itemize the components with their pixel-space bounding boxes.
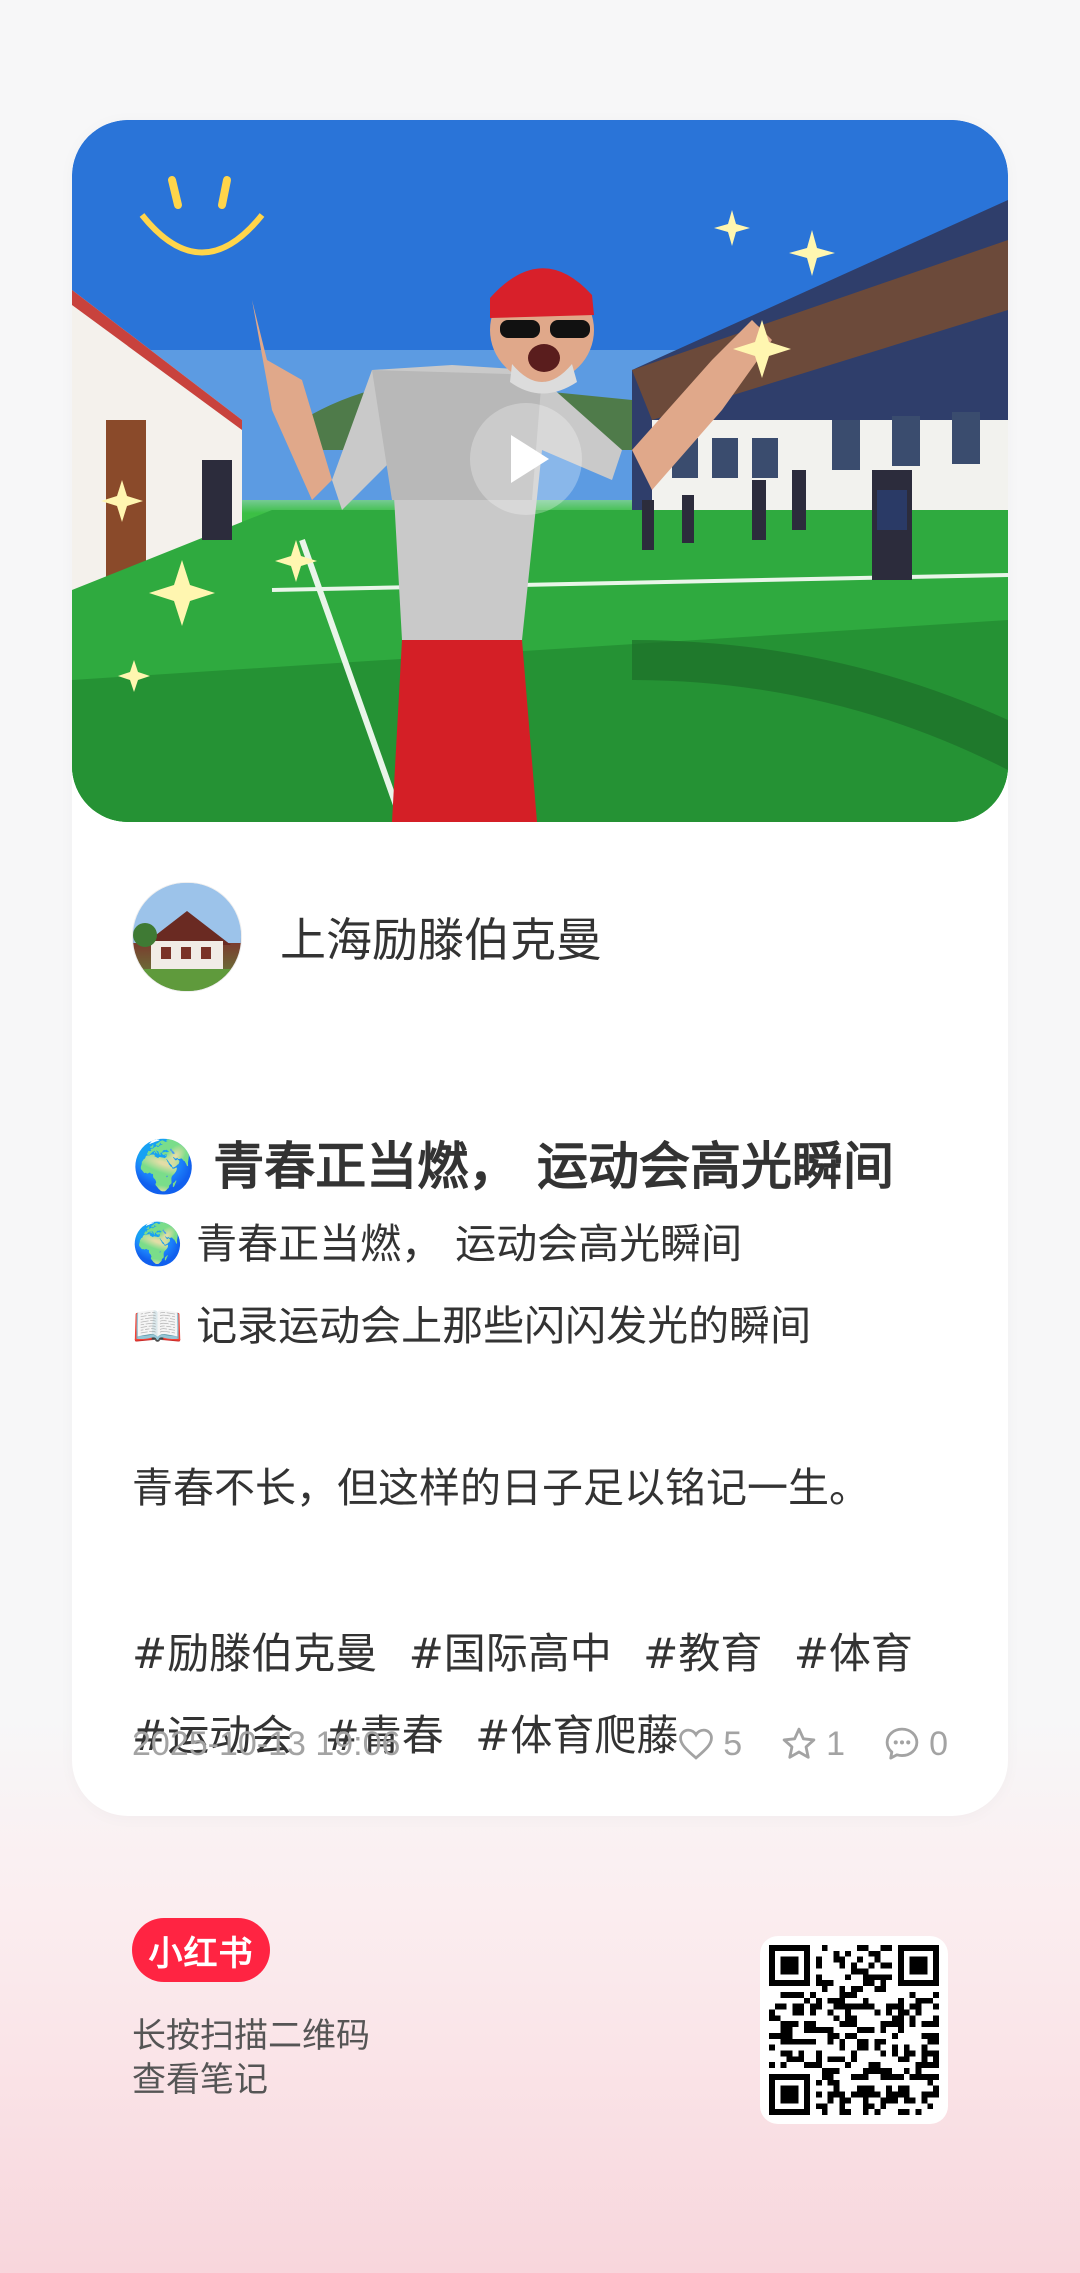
hashtag[interactable]: #励滕伯克曼 bbox=[132, 1629, 377, 1678]
post-title: 🌍 青春正当燃， 运动会高光瞬间 bbox=[132, 1125, 972, 1199]
desc-body: 青春不长，但这样的日子足以铭记一生。 bbox=[132, 1464, 870, 1512]
like-button[interactable]: 5 bbox=[677, 1725, 742, 1764]
scan-hint-line-1: 长按扫描二维码 bbox=[132, 2016, 370, 2056]
author-name[interactable]: 上海励滕伯克曼 bbox=[280, 904, 602, 970]
post-title-text: 青春正当燃， 运动会高光瞬间 bbox=[213, 1138, 895, 1197]
video-cover[interactable] bbox=[72, 120, 1008, 822]
post-date: 2025-10-13 19:06 bbox=[132, 1724, 401, 1763]
hashtag[interactable]: #体育 bbox=[794, 1629, 913, 1678]
scan-hint: 长按扫描二维码 查看笔记 bbox=[132, 2014, 370, 2102]
avatar[interactable] bbox=[132, 882, 242, 992]
collect-button[interactable]: 1 bbox=[780, 1725, 845, 1764]
xiaohongshu-logo: 小红书 bbox=[132, 1918, 270, 1982]
heart-icon bbox=[679, 1728, 714, 1760]
avatar-image bbox=[133, 883, 241, 991]
star-icon bbox=[782, 1727, 816, 1759]
desc-line-2-text: 记录运动会上那些闪闪发光的瞬间 bbox=[196, 1302, 812, 1350]
play-icon bbox=[511, 435, 549, 483]
hashtag[interactable]: #教育 bbox=[643, 1629, 762, 1678]
post-stats: 5 1 0 bbox=[639, 1725, 948, 1764]
scan-hint-line-2: 查看笔记 bbox=[132, 2060, 268, 2100]
desc-line-2: 📖 记录运动会上那些闪闪发光的瞬间 bbox=[132, 1292, 972, 1352]
hashtag[interactable]: #国际高中 bbox=[409, 1629, 612, 1678]
desc-line-1: 🌍 青春正当燃， 运动会高光瞬间 bbox=[132, 1210, 972, 1270]
desc-line-1-text: 青春正当燃， 运动会高光瞬间 bbox=[196, 1220, 743, 1268]
comment-icon bbox=[885, 1727, 919, 1760]
qr-code[interactable] bbox=[760, 1936, 948, 2124]
note-card: 上海励滕伯克曼 🌍 青春正当燃， 运动会高光瞬间 🌍 青春正当燃， 运动会高光瞬… bbox=[72, 120, 1008, 1816]
comment-button[interactable]: 0 bbox=[883, 1725, 948, 1764]
qr-code-image bbox=[769, 1945, 939, 2115]
globe-icon: 🌍 bbox=[132, 1220, 184, 1268]
comment-count: 0 bbox=[929, 1724, 948, 1763]
author-row[interactable]: 上海励滕伯克曼 bbox=[132, 882, 602, 992]
collect-count: 1 bbox=[826, 1724, 846, 1763]
like-count: 5 bbox=[723, 1724, 743, 1763]
tags-row-1: #励滕伯克曼 #国际高中 #教育 #体育 bbox=[132, 1620, 931, 1681]
book-icon: 📖 bbox=[132, 1302, 184, 1350]
globe-icon: 🌍 bbox=[132, 1138, 196, 1197]
post-meta: 2025-10-13 19:06 5 1 0 bbox=[132, 1722, 948, 1766]
play-button[interactable] bbox=[470, 403, 582, 515]
